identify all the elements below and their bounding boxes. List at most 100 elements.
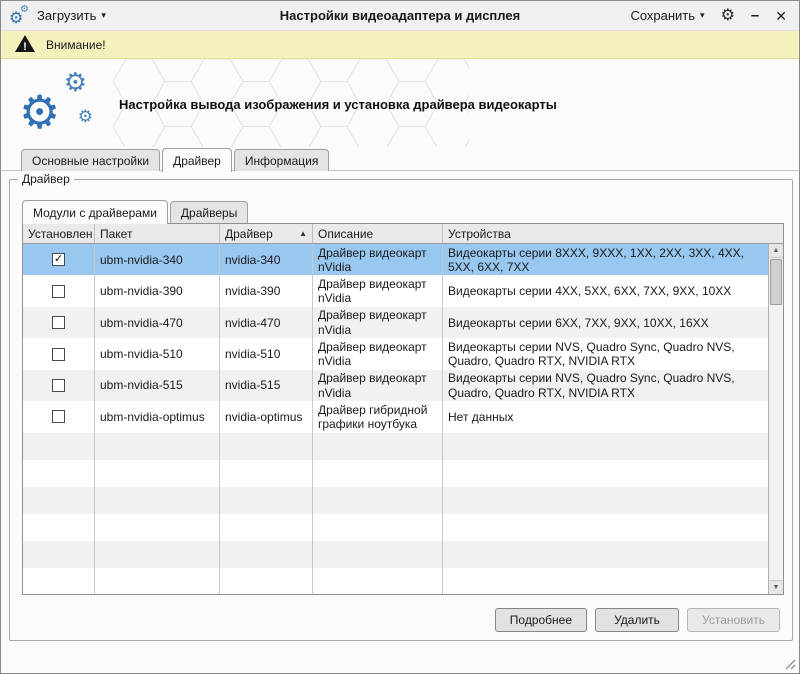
column-header-driver-label: Драйвер xyxy=(225,227,273,241)
empty-cell xyxy=(313,541,443,568)
empty-cell xyxy=(443,514,768,541)
cell-package: ubm-nvidia-340 xyxy=(95,244,220,275)
empty-cell xyxy=(220,487,313,514)
cell-description: Драйвер видеокарт nVidia xyxy=(313,370,443,401)
empty-cell xyxy=(220,460,313,487)
settings-gear-icon[interactable]: ⚙ xyxy=(721,8,735,24)
empty-cell xyxy=(443,433,768,460)
header-title: Настройка вывода изображения и установка… xyxy=(119,97,557,112)
empty-cell xyxy=(443,541,768,568)
groupbox-legend: Драйвер xyxy=(18,172,74,186)
empty-cell xyxy=(313,487,443,514)
table-row[interactable]: ubm-nvidia-470nvidia-470Драйвер видеокар… xyxy=(23,307,768,338)
driver-subtabs: Модули с драйверами Драйверы xyxy=(22,197,248,223)
chevron-down-icon: ▾ xyxy=(101,10,106,21)
cell-devices: Нет данных xyxy=(443,401,768,432)
scrollbar-thumb[interactable] xyxy=(770,259,782,305)
sort-ascending-icon: ▲ xyxy=(295,229,307,238)
cell-driver: nvidia-515 xyxy=(220,370,313,401)
close-button[interactable]: ✕ xyxy=(775,9,787,23)
subtab-drivers[interactable]: Драйверы xyxy=(170,201,248,223)
empty-cell xyxy=(220,433,313,460)
cell-package: ubm-nvidia-510 xyxy=(95,338,220,369)
installed-checkbox[interactable]: ✓ xyxy=(52,253,65,266)
details-button[interactable]: Подробнее xyxy=(495,608,587,632)
empty-cell xyxy=(220,514,313,541)
column-header-description[interactable]: Описание xyxy=(313,224,443,243)
save-label: Сохранить xyxy=(630,8,695,23)
table-row[interactable]: ubm-nvidia-515nvidia-515Драйвер видеокар… xyxy=(23,370,768,401)
driver-groupbox: Драйвер Модули с драйверами Драйверы Уст… xyxy=(9,179,793,641)
vertical-scrollbar[interactable]: ▲ ▼ xyxy=(768,244,783,594)
resize-grip[interactable] xyxy=(783,657,796,670)
drivers-table: Установлен Пакет Драйвер ▲ Описание Устр… xyxy=(22,223,784,595)
cell-package: ubm-nvidia-390 xyxy=(95,275,220,306)
column-header-driver[interactable]: Драйвер ▲ xyxy=(220,224,313,243)
empty-cell xyxy=(313,460,443,487)
cell-description: Драйвер видеокарт nVidia xyxy=(313,338,443,369)
table-rows: ✓ubm-nvidia-340nvidia-340Драйвер видеока… xyxy=(23,244,768,594)
warning-icon: ! xyxy=(14,34,36,56)
table-row[interactable]: ubm-nvidia-510nvidia-510Драйвер видеокар… xyxy=(23,338,768,369)
subtab-driver-modules[interactable]: Модули с драйверами xyxy=(22,200,168,224)
installed-checkbox[interactable] xyxy=(52,379,65,392)
table-row[interactable]: ubm-nvidia-optimusnvidia-optimusДрайвер … xyxy=(23,401,768,432)
table-row-empty xyxy=(23,514,768,541)
table-row-empty xyxy=(23,487,768,514)
cell-driver: nvidia-340 xyxy=(220,244,313,275)
tab-basic-settings[interactable]: Основные настройки xyxy=(21,149,160,171)
load-menu-button[interactable]: Загрузить ▾ xyxy=(37,8,106,23)
cell-driver: nvidia-510 xyxy=(220,338,313,369)
cell-installed xyxy=(23,338,95,369)
column-header-installed[interactable]: Установлен xyxy=(23,224,95,243)
cell-devices: Видеокарты серии 6XX, 7XX, 9XX, 10XX, 16… xyxy=(443,307,768,338)
svg-text:!: ! xyxy=(23,41,27,53)
empty-cell xyxy=(95,568,220,594)
application-window: ⚙ ⚙ Загрузить ▾ Настройки видеоадаптера … xyxy=(0,0,800,674)
cell-installed xyxy=(23,370,95,401)
table-row-empty xyxy=(23,433,768,460)
save-menu-button[interactable]: Сохранить ▾ xyxy=(630,8,704,23)
table-row-empty xyxy=(23,541,768,568)
cell-installed xyxy=(23,275,95,306)
cell-package: ubm-nvidia-470 xyxy=(95,307,220,338)
empty-cell xyxy=(23,568,95,594)
cell-installed: ✓ xyxy=(23,244,95,275)
tab-information[interactable]: Информация xyxy=(234,149,329,171)
gear-icon: ⚙ xyxy=(78,108,93,125)
column-header-package[interactable]: Пакет xyxy=(95,224,220,243)
empty-cell xyxy=(23,460,95,487)
scroll-up-button[interactable]: ▲ xyxy=(769,244,783,258)
delete-button[interactable]: Удалить xyxy=(595,608,679,632)
empty-cell xyxy=(95,460,220,487)
empty-cell xyxy=(220,568,313,594)
load-label: Загрузить xyxy=(37,8,96,23)
gear-icon: ⚙ xyxy=(20,5,29,15)
cell-description: Драйвер видеокарт nVidia xyxy=(313,244,443,275)
empty-cell xyxy=(95,487,220,514)
installed-checkbox[interactable] xyxy=(52,348,65,361)
install-button[interactable]: Установить xyxy=(687,608,780,632)
empty-cell xyxy=(23,514,95,541)
gear-icon: ⚙ xyxy=(19,89,60,135)
cell-package: ubm-nvidia-515 xyxy=(95,370,220,401)
table-row[interactable]: ✓ ubm-nvidia-340nvidia-340Драйвер видеока… xyxy=(23,244,768,275)
table-row[interactable]: ubm-nvidia-390nvidia-390Драйвер видеокар… xyxy=(23,275,768,306)
empty-cell xyxy=(95,541,220,568)
empty-cell xyxy=(23,541,95,568)
empty-cell xyxy=(23,487,95,514)
column-header-devices[interactable]: Устройства xyxy=(443,224,783,243)
cell-driver: nvidia-470 xyxy=(220,307,313,338)
tab-driver[interactable]: Драйвер xyxy=(162,148,232,172)
cell-driver: nvidia-390 xyxy=(220,275,313,306)
scroll-down-button[interactable]: ▼ xyxy=(769,580,783,594)
installed-checkbox[interactable] xyxy=(52,285,65,298)
minimize-button[interactable]: – xyxy=(751,8,759,23)
warning-text: Внимание! xyxy=(46,38,106,52)
cell-installed xyxy=(23,401,95,432)
empty-cell xyxy=(95,433,220,460)
gear-icon: ⚙ xyxy=(64,69,87,95)
cell-devices: Видеокарты серии 8XXX, 9XXX, 1XX, 2XX, 3… xyxy=(443,244,768,275)
installed-checkbox[interactable] xyxy=(52,316,65,329)
installed-checkbox[interactable] xyxy=(52,410,65,423)
